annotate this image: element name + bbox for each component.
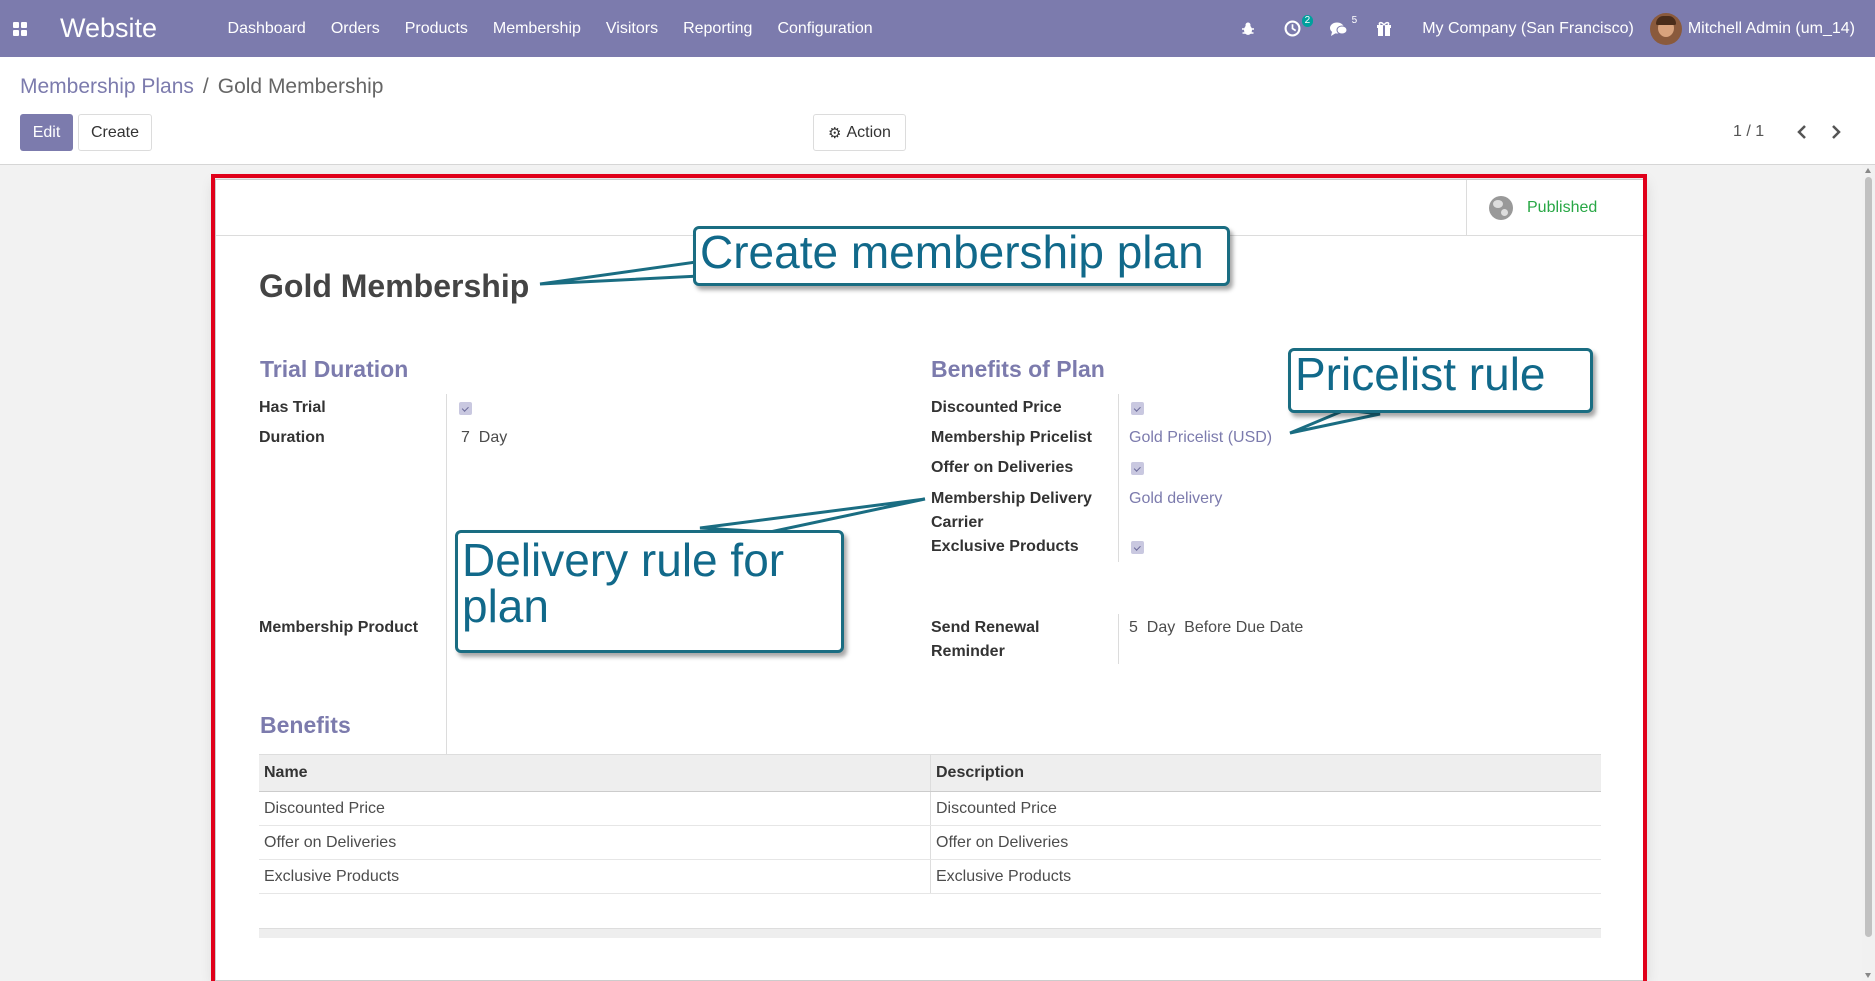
- menu-visitors[interactable]: Visitors: [593, 20, 670, 38]
- renewal-separator: [1118, 614, 1119, 664]
- trial-duration-heading: Trial Duration: [260, 356, 409, 382]
- menu-membership[interactable]: Membership: [480, 20, 593, 38]
- scroll-up-arrow-icon[interactable]: [1865, 168, 1871, 173]
- gear-icon: ⚙: [828, 124, 842, 142]
- renewal-reminder-value[interactable]: 5 Day Before Due Date: [1129, 616, 1303, 640]
- column-header-name[interactable]: Name: [259, 755, 930, 791]
- avatar: [1649, 12, 1682, 45]
- send-renewal-reminder-label: Send Renewal Reminder: [931, 616, 1106, 664]
- trial-group-separator: [446, 394, 447, 774]
- membership-pricelist-label: Membership Pricelist: [931, 429, 1092, 446]
- activity-clock-icon[interactable]: 2: [1270, 0, 1315, 57]
- globe-icon: [1489, 196, 1513, 220]
- menu-dashboard[interactable]: Dashboard: [215, 20, 318, 38]
- renewal-number: 5: [1129, 619, 1138, 636]
- delivery-carrier-link[interactable]: Gold delivery: [1129, 487, 1222, 511]
- discounted-price-label: Discounted Price: [931, 399, 1062, 416]
- apps-menu-icon[interactable]: [0, 0, 40, 57]
- published-status: Published: [1527, 199, 1598, 216]
- navbar-systray: 2 5 My Company (San Francisco) Mitchell …: [1226, 0, 1875, 57]
- top-navbar: Website Dashboard Orders Products Member…: [0, 0, 1875, 57]
- renewal-label-line-2: Reminder: [931, 643, 1005, 660]
- renewal-label-line-1: Send Renewal: [931, 619, 1040, 636]
- breadcrumb-membership-plans[interactable]: Membership Plans: [20, 75, 194, 99]
- callout-delivery-rule: Delivery rule for plan: [455, 530, 844, 653]
- chevron-left-icon: [1797, 125, 1806, 139]
- pager-previous-button[interactable]: [1790, 119, 1814, 145]
- has-trial-checkbox[interactable]: [459, 402, 472, 415]
- exclusive-products-checkbox[interactable]: [1131, 541, 1144, 554]
- benefits-heading: Benefits: [260, 712, 351, 738]
- renewal-unit: Day: [1146, 619, 1176, 636]
- offer-on-deliveries-checkbox[interactable]: [1131, 462, 1144, 475]
- page-scrollbar[interactable]: [1862, 165, 1875, 981]
- callout-create-membership-plan: Create membership plan: [693, 226, 1230, 286]
- benefits-group-separator: [1118, 394, 1119, 562]
- duration-unit: Day: [478, 429, 508, 446]
- message-count-badge: 5: [1351, 15, 1358, 26]
- edit-button[interactable]: Edit: [20, 114, 73, 151]
- has-trial-label: Has Trial: [259, 399, 326, 416]
- plan-title: Gold Membership: [259, 268, 530, 304]
- form-sheet: Published Gold Membership Trial Duration…: [215, 179, 1645, 981]
- duration-value[interactable]: 7 Day: [461, 426, 507, 450]
- chevron-right-icon: [1832, 125, 1841, 139]
- offer-on-deliveries-label: Offer on Deliveries: [931, 459, 1074, 476]
- breadcrumb-separator: /: [202, 75, 209, 98]
- table-footer: [259, 928, 1601, 938]
- membership-pricelist-link[interactable]: Gold Pricelist (USD): [1129, 426, 1272, 450]
- delivery-callout-line-2: plan: [462, 580, 549, 632]
- company-switcher[interactable]: My Company (San Francisco): [1406, 20, 1650, 38]
- exclusive-products-label: Exclusive Products: [931, 538, 1079, 555]
- website-published-button[interactable]: Published: [1466, 180, 1644, 236]
- membership-delivery-carrier-label: Membership Delivery Carrier: [931, 487, 1106, 535]
- app-brand[interactable]: Website: [60, 13, 157, 44]
- messages-chat-icon[interactable]: 5: [1315, 0, 1362, 57]
- menu-configuration[interactable]: Configuration: [765, 20, 885, 38]
- table-row[interactable]: Exclusive Products Exclusive Products: [259, 860, 1601, 894]
- benefit-description-cell: Discounted Price: [930, 792, 1601, 825]
- renewal-when: Before Due Date: [1184, 619, 1304, 636]
- benefit-description-cell: Exclusive Products: [930, 860, 1601, 893]
- benefit-name-cell: Offer on Deliveries: [264, 833, 397, 851]
- debug-bug-icon[interactable]: [1226, 0, 1270, 57]
- menu-orders[interactable]: Orders: [318, 20, 392, 38]
- benefit-description-cell: Offer on Deliveries: [930, 826, 1601, 859]
- breadcrumb: Membership Plans / Gold Membership: [20, 75, 383, 99]
- action-button[interactable]: ⚙ Action: [813, 114, 906, 151]
- menu-reporting[interactable]: Reporting: [671, 20, 765, 38]
- benefits-table: Name Description Discounted Price Discou…: [259, 754, 1601, 894]
- pager-next-button[interactable]: [1824, 119, 1848, 145]
- benefit-name-cell: Discounted Price: [264, 799, 385, 817]
- control-panel: Membership Plans / Gold Membership Edit …: [0, 57, 1875, 165]
- table-row[interactable]: Discounted Price Discounted Price: [259, 792, 1601, 826]
- carrier-label-line-2: Carrier: [931, 514, 984, 531]
- benefit-name-cell: Exclusive Products: [264, 867, 400, 885]
- user-menu[interactable]: Mitchell Admin (um_14): [1649, 12, 1875, 45]
- scroll-down-arrow-icon[interactable]: [1865, 973, 1871, 978]
- duration-number: 7: [461, 429, 470, 446]
- pager-value[interactable]: 1 / 1: [1733, 123, 1764, 141]
- breadcrumb-current: Gold Membership: [217, 75, 384, 98]
- callout-pricelist-rule: Pricelist rule: [1288, 348, 1593, 413]
- user-name: Mitchell Admin (um_14): [1687, 19, 1855, 37]
- discounted-price-checkbox[interactable]: [1131, 402, 1144, 415]
- activity-count-badge: 2: [1301, 15, 1314, 27]
- membership-product-label: Membership Product: [259, 619, 419, 636]
- create-button[interactable]: Create: [78, 114, 152, 151]
- table-row[interactable]: Offer on Deliveries Offer on Deliveries: [259, 826, 1601, 860]
- table-header: Name Description: [259, 754, 1601, 792]
- menu-products[interactable]: Products: [392, 20, 480, 38]
- delivery-callout-line-1: Delivery rule for: [462, 534, 785, 586]
- column-header-description[interactable]: Description: [930, 755, 1601, 791]
- gift-icon[interactable]: [1362, 0, 1406, 57]
- duration-label: Duration: [259, 429, 325, 446]
- benefits-of-plan-heading: Benefits of Plan: [931, 356, 1105, 382]
- action-label: Action: [846, 123, 891, 141]
- main-menu: Dashboard Orders Products Membership Vis…: [215, 20, 885, 38]
- carrier-label-line-1: Membership Delivery: [931, 490, 1092, 507]
- scroll-thumb[interactable]: [1865, 177, 1872, 937]
